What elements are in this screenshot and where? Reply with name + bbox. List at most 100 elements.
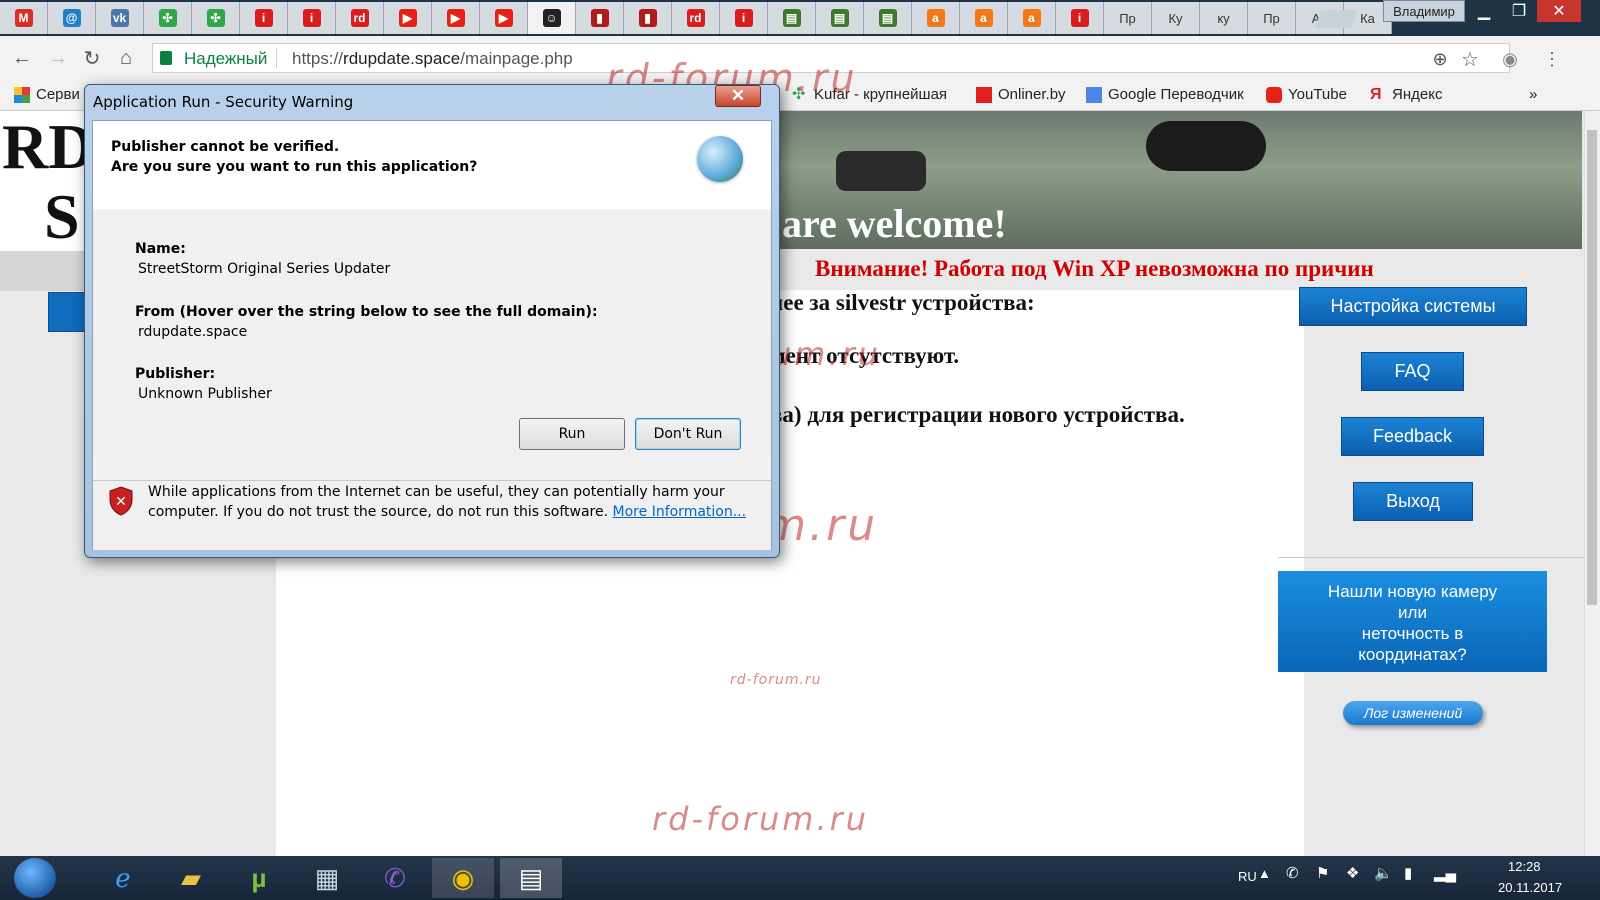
volume-icon[interactable]: 🔈 <box>1374 864 1393 882</box>
scrollbar-thumb[interactable] <box>1587 130 1597 605</box>
clock-date[interactable]: 20.11.2017 <box>1498 880 1562 895</box>
browser-tab[interactable]: ✣ <box>192 2 240 34</box>
extension-icon[interactable]: ◉ <box>1498 47 1522 71</box>
bookmark-yandex[interactable]: Я Яндекс <box>1370 86 1442 103</box>
app-window-icon[interactable]: ▤ <box>500 858 562 898</box>
bookmark-label: Яндекс <box>1392 86 1443 103</box>
browser-tab[interactable]: ▶ <box>432 2 480 34</box>
dialog-close-button[interactable]: ✕ <box>715 85 761 107</box>
tab-favicon-icon: @ <box>62 9 81 27</box>
window-close-icon[interactable]: ✕ <box>1537 0 1581 22</box>
network-icon[interactable]: ▂▄ <box>1434 864 1456 882</box>
forward-icon[interactable]: → <box>46 46 70 70</box>
browser-tab[interactable]: @ <box>48 2 96 34</box>
shield-warning-icon: ✕ <box>108 486 134 516</box>
minimize-icon[interactable]: ▁ <box>1467 0 1501 22</box>
new-tab-button[interactable] <box>1314 10 1358 28</box>
calculator-icon[interactable]: ▦ <box>296 858 358 898</box>
browser-tab[interactable]: i <box>720 2 768 34</box>
bookmark-translate[interactable]: Google Переводчик <box>1086 86 1244 103</box>
browser-tab[interactable]: ку <box>1200 2 1248 34</box>
browser-tab[interactable]: Пр <box>1104 2 1152 34</box>
bookmark-onliner[interactable]: Onliner.by <box>976 86 1066 103</box>
logout-button[interactable]: Выход <box>1353 482 1473 521</box>
browser-tab[interactable]: ☺ <box>528 2 576 34</box>
start-button[interactable] <box>14 858 56 898</box>
zoom-icon[interactable]: ⊕ <box>1428 47 1452 71</box>
browser-tab[interactable]: ▶ <box>384 2 432 34</box>
browser-tab[interactable]: ▤ <box>768 2 816 34</box>
tab-favicon-icon: ▮ <box>638 9 657 27</box>
bookmarks-overflow[interactable]: » <box>1529 86 1537 103</box>
publisher-value: Unknown Publisher <box>138 386 272 402</box>
left-nav-button[interactable] <box>48 292 88 332</box>
tray-arrow-icon[interactable]: ▲ <box>1258 866 1271 881</box>
browser-tab[interactable]: Ку <box>1152 2 1200 34</box>
battery-icon[interactable]: ▮ <box>1404 864 1412 882</box>
divider <box>276 48 277 68</box>
star-icon[interactable]: ☆ <box>1458 47 1482 71</box>
tab-favicon-icon: rd <box>350 9 369 27</box>
back-icon[interactable]: ← <box>10 46 34 70</box>
lock-icon <box>160 51 172 65</box>
bookmark-services[interactable]: Серви <box>14 86 80 103</box>
browser-tab[interactable]: a <box>960 2 1008 34</box>
bookmark-youtube[interactable]: YouTube <box>1266 86 1347 103</box>
utorrent-icon[interactable]: µ <box>228 858 290 898</box>
tab-favicon-icon: i <box>1070 9 1089 27</box>
browser-tab[interactable]: i <box>288 2 336 34</box>
internet-explorer-icon[interactable]: ℯ <box>92 858 154 898</box>
flag-icon[interactable]: ⚑ <box>1316 864 1329 882</box>
report-camera-button[interactable]: Нашли новую камеру или неточность в коор… <box>1278 571 1547 672</box>
browser-tab[interactable]: vk <box>96 2 144 34</box>
browser-tab[interactable]: ▮ <box>576 2 624 34</box>
maximize-icon[interactable]: ❐ <box>1502 0 1536 22</box>
profile-button[interactable]: Владимир <box>1383 0 1465 22</box>
tab-favicon-icon: ▤ <box>830 9 849 27</box>
camera-line-3: неточность в <box>1361 624 1464 643</box>
browser-tab[interactable]: ▤ <box>816 2 864 34</box>
dialog-heading-1: Publisher cannot be verified. <box>111 139 340 155</box>
browser-tab[interactable]: ✣ <box>144 2 192 34</box>
more-information-link[interactable]: More Information... <box>613 504 747 520</box>
menu-icon[interactable]: ⋮ <box>1540 47 1564 71</box>
browser-tab[interactable]: rd <box>336 2 384 34</box>
run-button[interactable]: Run <box>519 418 625 450</box>
url-path: /mainpage.php <box>460 49 573 68</box>
browser-tab[interactable]: ▶ <box>480 2 528 34</box>
tab-favicon-icon: i <box>254 9 273 27</box>
url-text[interactable]: https://rdupdate.space/mainpage.php <box>292 49 573 69</box>
dont-run-button[interactable]: Don't Run <box>635 418 741 450</box>
tab-favicon-icon: i <box>302 9 321 27</box>
browser-tab[interactable]: Пр <box>1248 2 1296 34</box>
browser-tab[interactable]: rd <box>672 2 720 34</box>
browser-tab[interactable]: ▮ <box>624 2 672 34</box>
tab-favicon-icon: ✣ <box>206 9 225 27</box>
changelog-button[interactable]: Лог изменений <box>1343 701 1483 725</box>
browser-tab[interactable]: M <box>0 2 48 34</box>
tab-favicon-icon: ▤ <box>782 9 801 27</box>
chrome-icon[interactable]: ◉ <box>432 858 494 898</box>
dialog-title: Application Run - Security Warning <box>93 93 354 111</box>
feedback-button[interactable]: Feedback <box>1341 417 1484 456</box>
browser-tab[interactable]: a <box>1008 2 1056 34</box>
tab-favicon-icon: ▮ <box>590 9 609 27</box>
dropbox-icon[interactable]: ❖ <box>1346 864 1359 882</box>
clock-time[interactable]: 12:28 <box>1508 859 1541 874</box>
viber-tray-icon[interactable]: ✆ <box>1286 864 1299 882</box>
system-settings-button[interactable]: Настройка системы <box>1299 287 1527 326</box>
browser-tab[interactable]: ▤ <box>864 2 912 34</box>
browser-tab[interactable]: i <box>240 2 288 34</box>
viber-icon[interactable]: ✆ <box>364 858 426 898</box>
from-value[interactable]: rdupdate.space <box>138 324 247 340</box>
sidebar-divider <box>1278 557 1584 558</box>
tab-favicon-icon: ☺ <box>542 9 561 27</box>
home-icon[interactable]: ⌂ <box>114 46 138 70</box>
reload-icon[interactable]: ↻ <box>80 46 104 70</box>
tab-title: Пр <box>1119 10 1136 26</box>
folder-icon[interactable]: ▰ <box>160 858 222 898</box>
faq-button[interactable]: FAQ <box>1361 352 1464 391</box>
browser-tab[interactable]: i <box>1056 2 1104 34</box>
language-indicator[interactable]: RU <box>1238 869 1257 884</box>
browser-tab[interactable]: a <box>912 2 960 34</box>
